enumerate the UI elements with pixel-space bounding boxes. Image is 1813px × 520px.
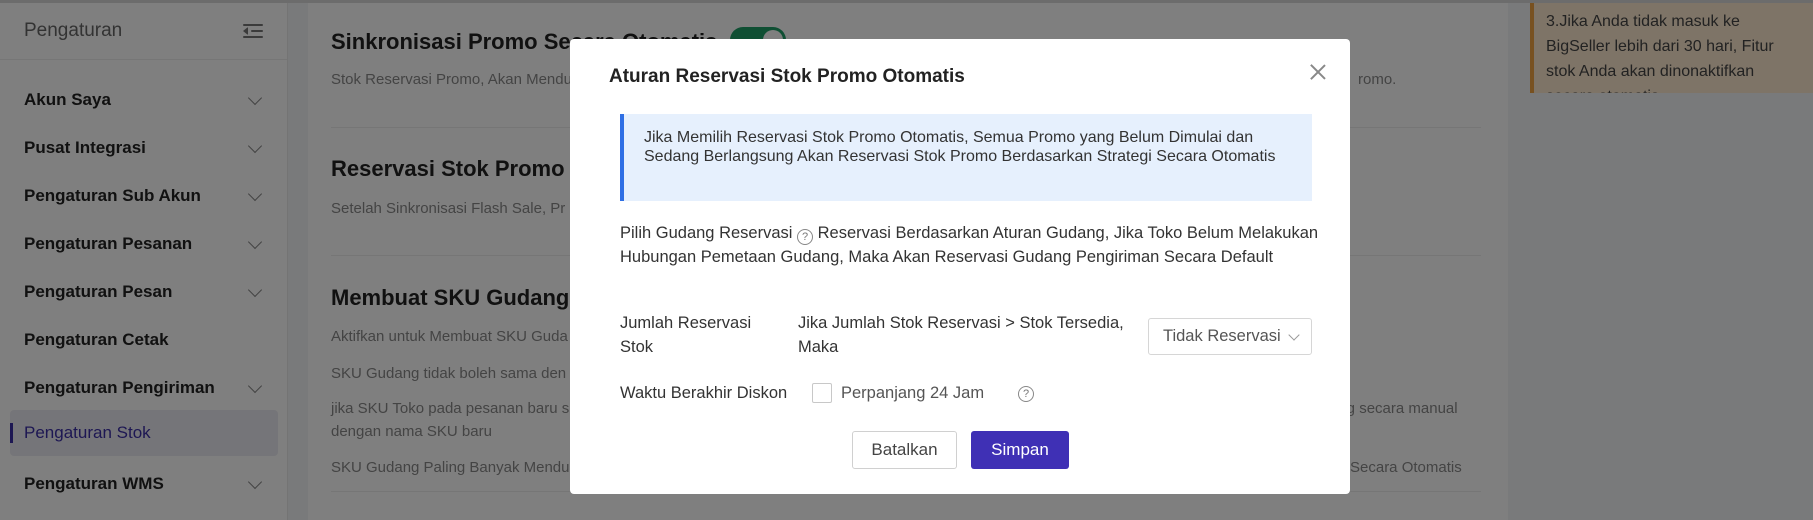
help-icon[interactable]: ? [1018, 386, 1034, 402]
extend-24h-label[interactable]: Perpanjang 24 Jam [841, 381, 984, 405]
reservation-select-value: Tidak Reservasi [1163, 327, 1281, 345]
close-icon[interactable] [1307, 61, 1329, 83]
cancel-button[interactable]: Batalkan [852, 431, 957, 469]
warehouse-label: Pilih Gudang Reservasi [620, 224, 793, 242]
extend-24h-checkbox[interactable] [812, 383, 832, 403]
help-icon[interactable]: ? [797, 229, 814, 245]
warehouse-row: Pilih Gudang Reservasi ? Reservasi Berda… [620, 221, 1320, 269]
reservation-select[interactable]: Tidak Reservasi [1148, 318, 1312, 355]
save-button[interactable]: Simpan [971, 431, 1069, 469]
info-banner-text: Jika Memilih Reservasi Stok Promo Otomat… [644, 129, 1276, 165]
qty-condition: Jika Jumlah Stok Reservasi > Stok Tersed… [798, 314, 1124, 356]
chevron-down-icon [1288, 329, 1300, 341]
discount-label: Waktu Berakhir Diskon [620, 384, 788, 402]
qty-label: Jumlah Reservasi Stok [620, 314, 752, 356]
info-banner: Jika Memilih Reservasi Stok Promo Otomat… [620, 114, 1312, 201]
promo-reservation-modal: Aturan Reservasi Stok Promo Otomatis Jik… [570, 39, 1350, 494]
modal-title: Aturan Reservasi Stok Promo Otomatis [609, 66, 965, 87]
